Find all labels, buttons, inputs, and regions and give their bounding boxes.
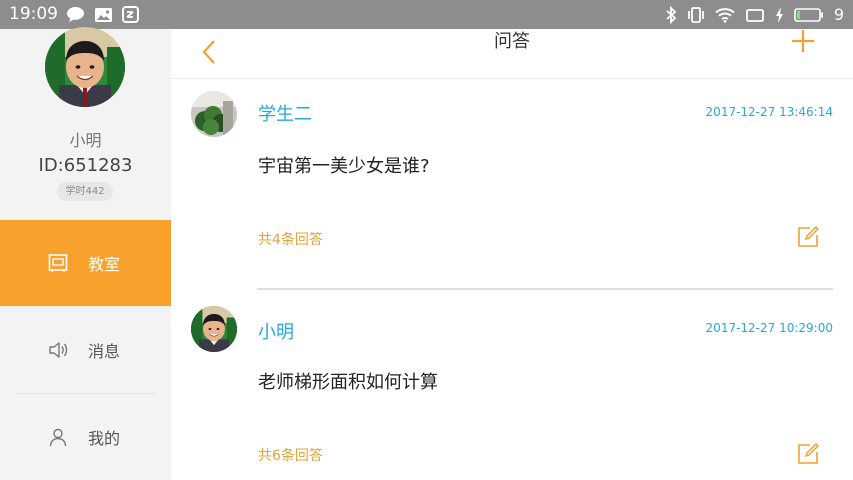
- status-time: 19:09: [9, 4, 58, 24]
- vibrate-icon: [687, 6, 704, 23]
- question-card[interactable]: 学生二 2017-12-27 13:46:14 宇宙第一美少女是谁? 共4条回答: [171, 80, 853, 290]
- battery-level: 9: [833, 5, 844, 24]
- bluetooth-icon: [666, 5, 677, 24]
- page-title: 问答: [494, 31, 530, 52]
- question-time: 2017-12-27 13:46:14: [705, 105, 833, 119]
- speaker-icon: [49, 342, 68, 358]
- nav-item-profile[interactable]: 我的: [0, 394, 171, 480]
- user-avatar[interactable]: [45, 27, 125, 107]
- edit-icon: [798, 225, 820, 247]
- charging-icon: [775, 6, 783, 23]
- study-hours-badge: 学时442: [57, 182, 113, 201]
- app-notification-icon: [122, 6, 139, 23]
- question-time: 2017-12-27 10:29:00: [705, 321, 833, 335]
- nav-item-label: 教室: [88, 255, 121, 274]
- answer-count[interactable]: 共4条回答: [258, 229, 323, 249]
- battery-icon: [794, 7, 823, 22]
- image-notification-icon: [95, 7, 112, 22]
- classroom-icon: [48, 254, 68, 272]
- answer-edit-button[interactable]: [797, 225, 820, 248]
- user-id: ID:651283: [38, 155, 133, 176]
- wifi-icon: [715, 7, 735, 23]
- question-card[interactable]: 小明 2017-12-27 10:29:00 老师梯形面积如何计算 共6条回答: [171, 290, 853, 480]
- edit-icon: [798, 442, 820, 464]
- author-avatar: [191, 91, 237, 137]
- user-name: 小明: [69, 131, 102, 150]
- author-avatar: [191, 306, 237, 352]
- answer-edit-button[interactable]: [797, 442, 820, 465]
- nav-item-label: 我的: [88, 429, 121, 448]
- screen-icon: [745, 8, 764, 22]
- question-text: 老师梯形面积如何计算: [258, 372, 438, 393]
- question-author[interactable]: 学生二: [258, 100, 312, 126]
- sidebar: 小明 ID:651283 学时442 教室 消息 我的: [0, 27, 171, 480]
- person-icon: [49, 428, 67, 447]
- answer-count[interactable]: 共6条回答: [258, 445, 323, 465]
- status-bar: 19:09 9: [0, 0, 853, 29]
- question-author[interactable]: 小明: [258, 318, 294, 344]
- header-bar: 问答: [171, 29, 853, 79]
- add-question-button[interactable]: [791, 29, 815, 53]
- nav-item-label: 消息: [88, 342, 121, 361]
- nav-item-messages[interactable]: 消息: [0, 307, 171, 393]
- nav-item-classroom[interactable]: 教室: [0, 220, 171, 306]
- chat-notification-icon: [67, 7, 84, 22]
- question-text: 宇宙第一美少女是谁?: [258, 156, 430, 177]
- plus-icon: [792, 30, 814, 52]
